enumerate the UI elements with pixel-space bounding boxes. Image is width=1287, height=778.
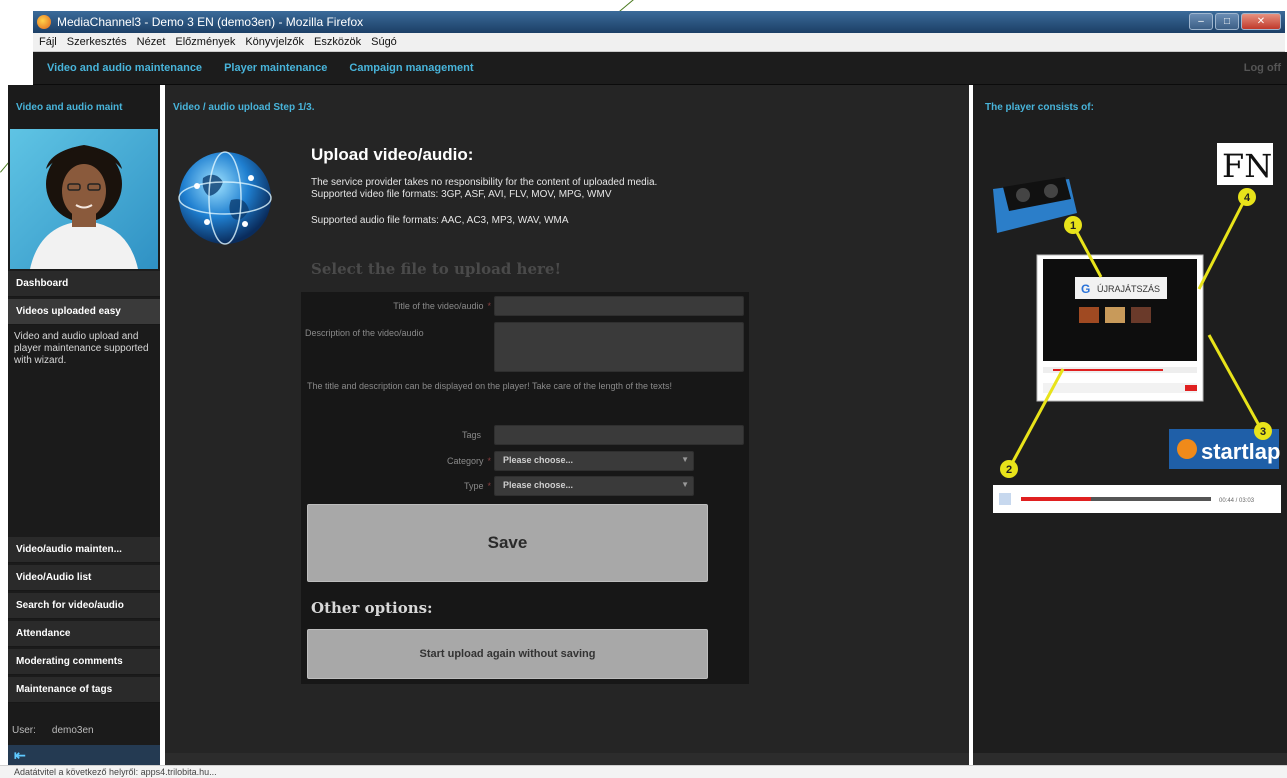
- category-select[interactable]: Please choose... ▼: [494, 451, 694, 471]
- sidebar-item-maintenance-of-tags[interactable]: Maintenance of tags: [8, 677, 160, 703]
- sidebar-item-attendance[interactable]: Attendance: [8, 621, 160, 647]
- user-name: demo3en: [51, 725, 94, 736]
- maximize-button[interactable]: □: [1215, 13, 1239, 30]
- save-button[interactable]: Save: [307, 504, 708, 582]
- player-preview-panel: The player consists of: FN G ÚJRAJÁTSZÁS…: [973, 85, 1287, 753]
- minimize-button[interactable]: –: [1189, 13, 1213, 30]
- nav-video-audio-maintenance[interactable]: Video and audio maintenance: [47, 62, 202, 74]
- tags-label: Tags: [461, 430, 481, 440]
- other-options-heading: Other options:: [311, 599, 433, 617]
- description-input[interactable]: [494, 322, 744, 372]
- audio-formats-text: Supported audio file formats: AAC, AC3, …: [311, 215, 569, 226]
- sidebar: Video and audio maint Dashboard Videos u…: [8, 85, 160, 765]
- right-panel-footer: [973, 753, 1287, 765]
- browser-menubar: Fájl Szerkesztés Nézet Előzmények Könyvj…: [33, 33, 1285, 52]
- app-nav: Video and audio maintenance Player maint…: [33, 52, 1287, 85]
- callout-3: 3: [1260, 426, 1266, 438]
- sidebar-item-dashboard[interactable]: Dashboard: [8, 271, 160, 297]
- player-time: 00:44 / 03:03: [1219, 498, 1255, 504]
- right-header: The player consists of:: [985, 101, 1094, 113]
- nav-player-maintenance[interactable]: Player maintenance: [224, 62, 327, 74]
- category-label: Category *: [446, 456, 491, 466]
- tags-input[interactable]: [494, 425, 744, 445]
- menu-view[interactable]: Nézet: [137, 36, 166, 48]
- player-control-bar: 00:44 / 03:03: [993, 485, 1281, 513]
- title-label: Title of the video/audio *: [393, 301, 491, 311]
- upload-form: Title of the video/audio * Description of…: [301, 292, 749, 684]
- menu-bookmarks[interactable]: Könyvjelzők: [245, 36, 304, 48]
- type-select[interactable]: Please choose... ▼: [494, 476, 694, 496]
- sidebar-header: Video and audio maint: [16, 101, 123, 113]
- close-button[interactable]: ✕: [1241, 13, 1281, 30]
- firefox-icon: [37, 15, 51, 29]
- player-screen: G ÚJRAJÁTSZÁS: [1036, 254, 1204, 402]
- upload-title: Upload video/audio:: [311, 145, 474, 164]
- startlap-text: startlap: [1201, 439, 1280, 464]
- form-note: The title and description can be display…: [307, 381, 673, 391]
- user-info: User: demo3en: [12, 725, 94, 736]
- sidebar-item-video-audio-maintenance[interactable]: Video/audio mainten...: [8, 537, 160, 563]
- player-diagram: FN G ÚJRAJÁTSZÁS startlap 00:44 / 03:03 …: [973, 129, 1287, 529]
- sidebar-item-search[interactable]: Search for video/audio: [8, 593, 160, 619]
- fn-logo: FN: [1217, 143, 1273, 185]
- restart-upload-button[interactable]: Start upload again without saving: [307, 629, 708, 679]
- type-value: Please choose...: [503, 480, 574, 490]
- menu-tools[interactable]: Eszközök: [314, 36, 361, 48]
- user-label: User:: [12, 725, 36, 736]
- description-label: Description of the video/audio: [305, 328, 424, 338]
- exit-icon[interactable]: ⇤: [14, 747, 26, 764]
- nav-campaign-management[interactable]: Campaign management: [349, 62, 473, 74]
- svg-text:G: G: [1081, 282, 1090, 296]
- window-titlebar: MediaChannel3 - Demo 3 EN (demo3en) - Mo…: [33, 11, 1285, 33]
- browser-statusbar: Adatátvitel a következő helyről: apps4.t…: [0, 765, 1287, 778]
- chevron-down-icon: ▼: [681, 455, 689, 464]
- callout-1: 1: [1070, 220, 1076, 232]
- fn-logo-text: FN: [1222, 147, 1272, 185]
- menu-help[interactable]: Súgó: [371, 36, 397, 48]
- main-panel: Video / audio upload Step 1/3. Upload vi…: [165, 85, 969, 753]
- menu-history[interactable]: Előzmények: [175, 36, 235, 48]
- main-panel-footer: [165, 753, 969, 765]
- main-header: Video / audio upload Step 1/3.: [173, 101, 315, 113]
- window-title: MediaChannel3 - Demo 3 EN (demo3en) - Mo…: [57, 15, 364, 29]
- menu-edit[interactable]: Szerkesztés: [67, 36, 127, 48]
- title-input[interactable]: [494, 296, 744, 316]
- logoff-link[interactable]: Log off: [1244, 62, 1281, 74]
- type-label: Type *: [463, 481, 491, 491]
- sidebar-item-videos-uploaded-easy[interactable]: Videos uploaded easy: [8, 299, 160, 325]
- replay-text: ÚJRAJÁTSZÁS: [1097, 284, 1160, 294]
- callout-2: 2: [1006, 464, 1012, 476]
- callout-4: 4: [1244, 192, 1251, 204]
- video-formats-text: Supported video file formats: 3GP, ASF, …: [311, 189, 612, 200]
- menu-file[interactable]: Fájl: [39, 36, 57, 48]
- sidebar-item-moderating-comments[interactable]: Moderating comments: [8, 649, 160, 675]
- sidebar-item-video-audio-list[interactable]: Video/Audio list: [8, 565, 160, 591]
- category-value: Please choose...: [503, 455, 574, 465]
- select-file-heading: Select the file to upload here!: [311, 260, 562, 278]
- globe-icon: [175, 148, 275, 248]
- sidebar-footer: ⇤: [8, 745, 160, 765]
- sidebar-description: Video and audio upload and player mainte…: [14, 331, 149, 366]
- avatar: [10, 129, 158, 269]
- disclaimer-text: The service provider takes no responsibi…: [311, 177, 658, 188]
- upload-info: The service provider takes no responsibi…: [311, 177, 811, 241]
- chevron-down-icon: ▼: [681, 480, 689, 489]
